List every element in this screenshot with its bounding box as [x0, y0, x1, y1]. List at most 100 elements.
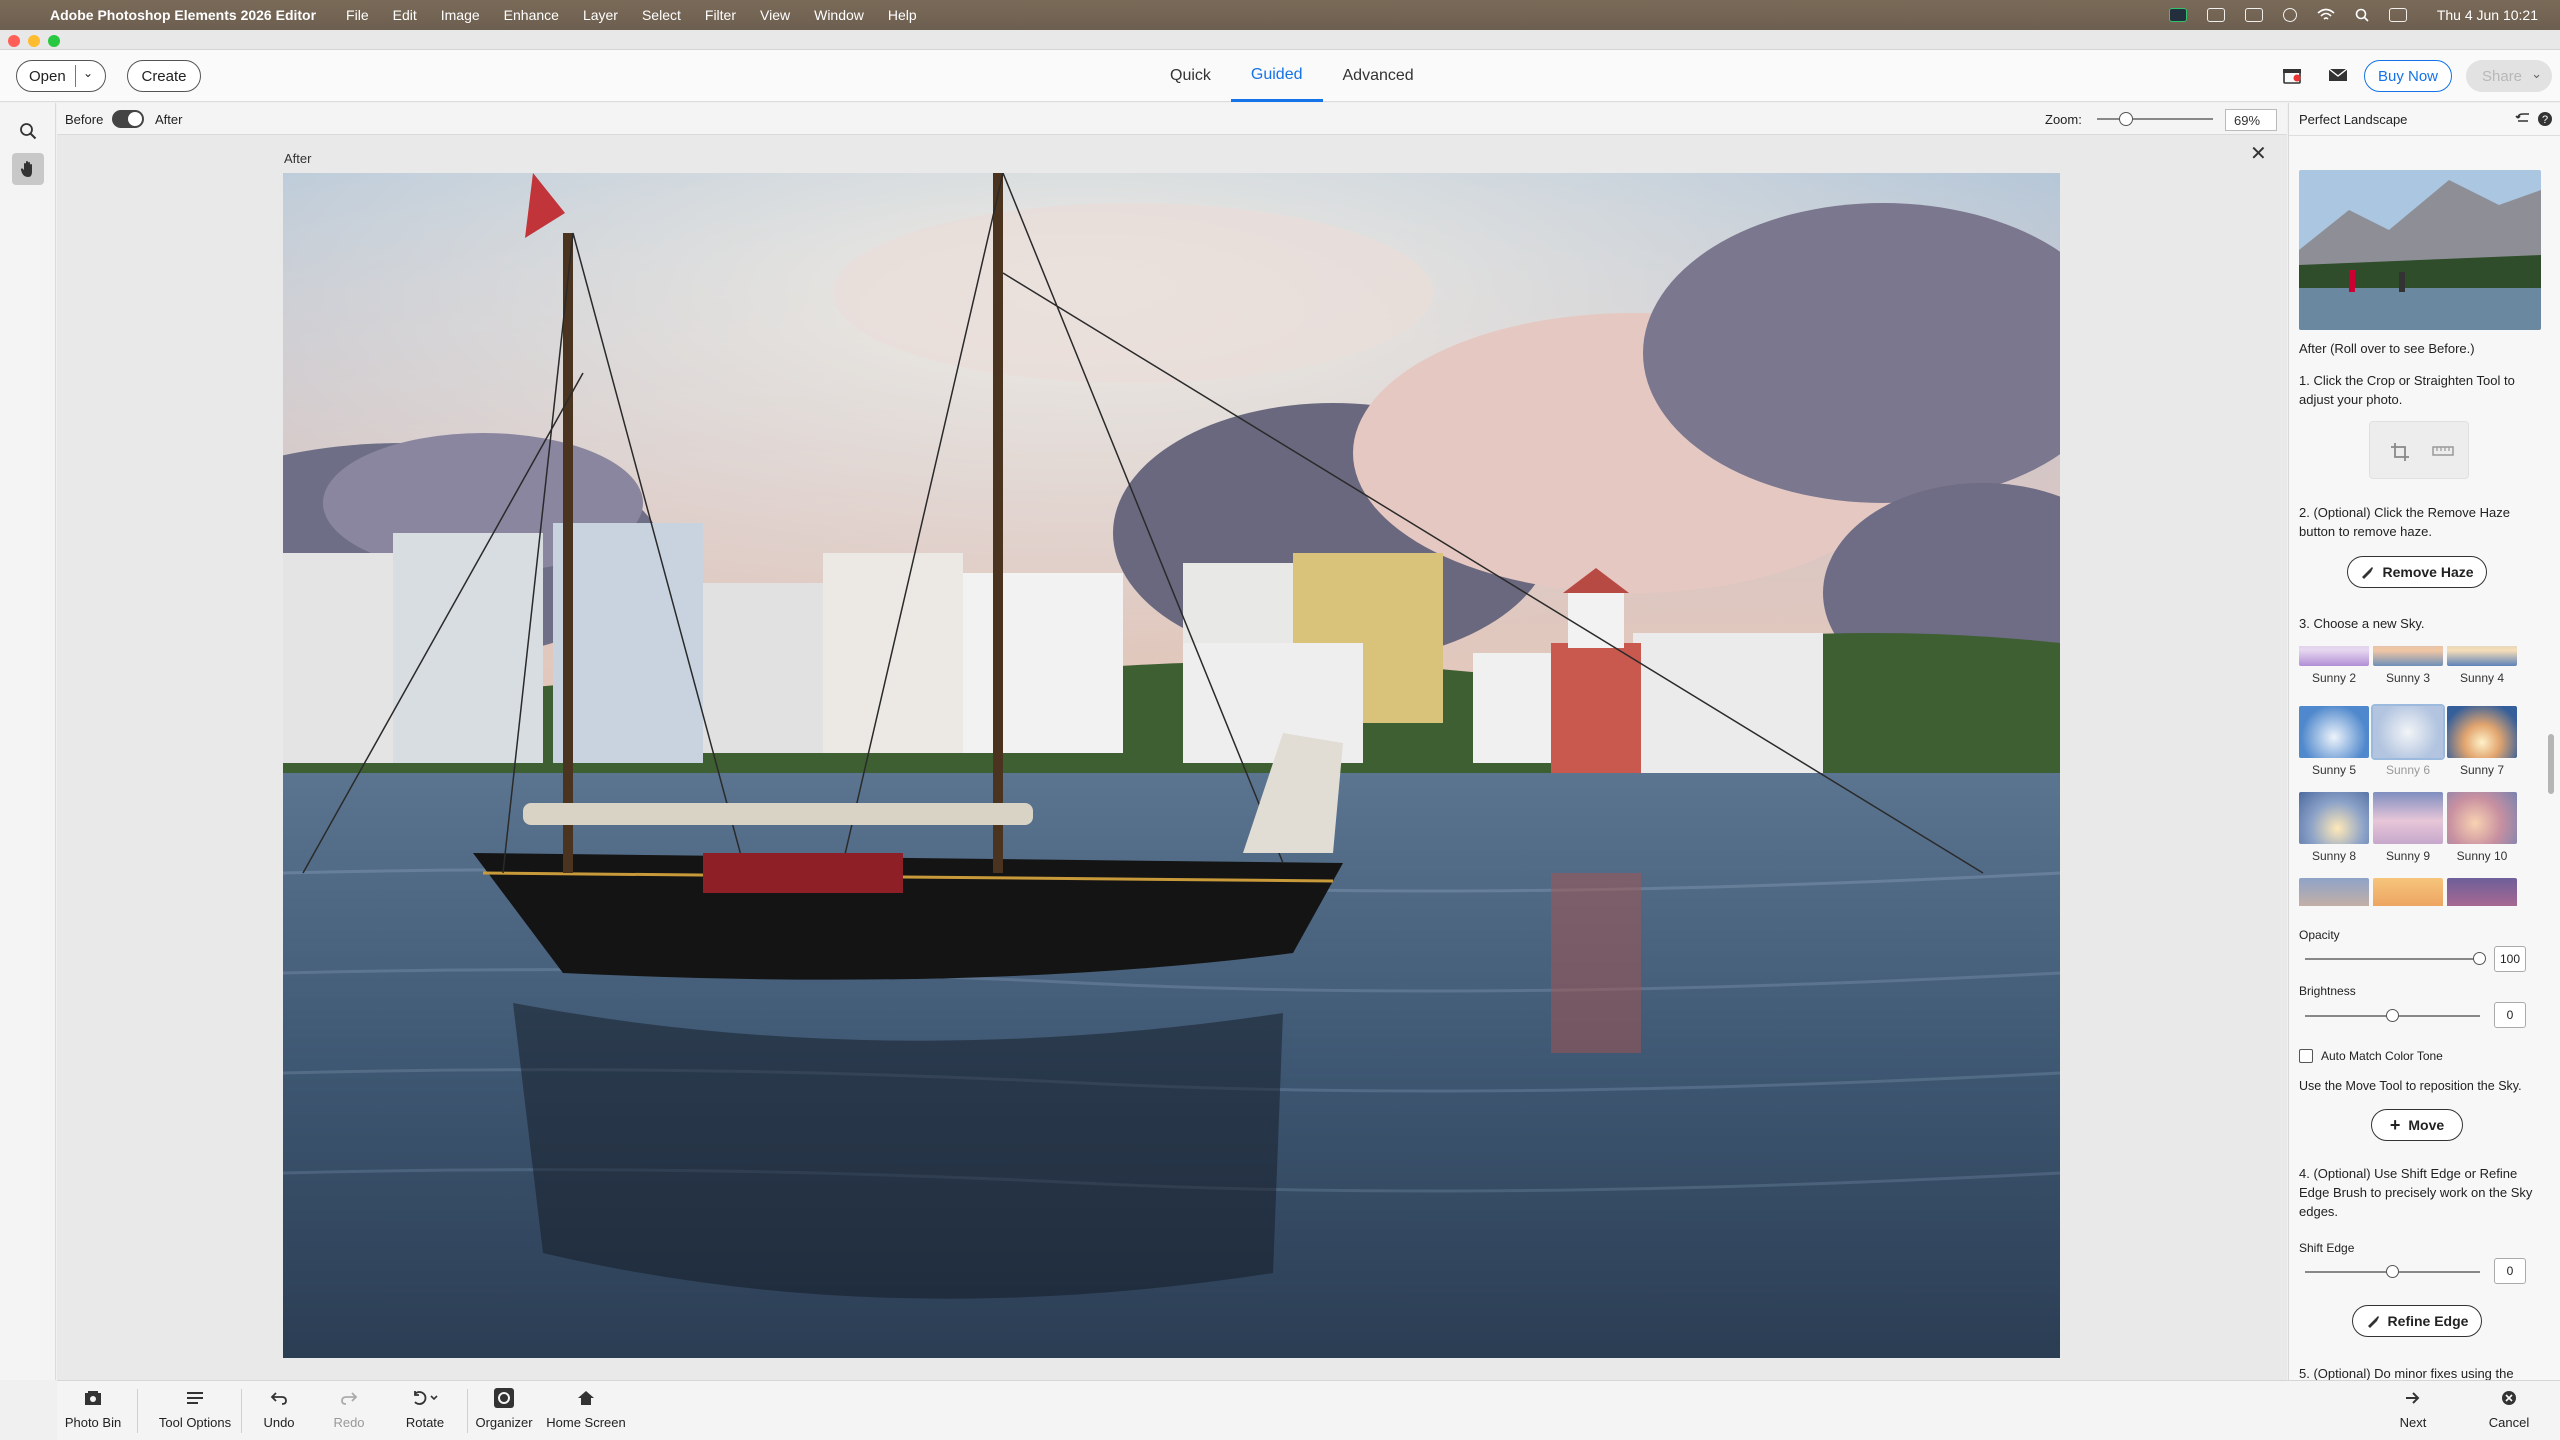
open-button[interactable]: Open ⌄ — [16, 60, 106, 92]
reset-panel-icon[interactable] — [2515, 111, 2531, 127]
panel-scrollbar-thumb[interactable] — [2548, 734, 2554, 794]
organizer-button[interactable]: Organizer — [471, 1387, 537, 1430]
sky-thumbnail-sunny-10[interactable] — [2447, 792, 2517, 844]
share-button-label: Share — [2482, 67, 2523, 85]
rotate-button[interactable]: Rotate — [395, 1387, 455, 1430]
display-tray-icon[interactable] — [2244, 8, 2263, 22]
menu-window[interactable]: Window — [802, 7, 876, 23]
move-button[interactable]: + Move — [2371, 1109, 2463, 1141]
sky-thumbnail-sunny-6[interactable] — [2371, 704, 2445, 760]
preview-thumbnail[interactable] — [2299, 170, 2541, 330]
view-options-bar: Before After Zoom: 69% — [57, 103, 2287, 135]
menu-filter[interactable]: Filter — [693, 7, 748, 23]
photoshop-tray-icon[interactable] — [2168, 8, 2187, 22]
create-button[interactable]: Create — [127, 60, 201, 92]
zoom-tool[interactable] — [12, 115, 44, 147]
sky-thumbnail-sunny-8[interactable] — [2299, 792, 2369, 844]
sky-thumbnail-sunny-4[interactable] — [2447, 646, 2517, 666]
brightness-slider-knob[interactable] — [2386, 1009, 2399, 1022]
sky-label-sunny-9: Sunny 9 — [2385, 849, 2431, 863]
zoom-icon — [20, 123, 37, 140]
opacity-label: Opacity — [2299, 928, 2340, 942]
window-close-button[interactable] — [8, 35, 20, 47]
menu-edit[interactable]: Edit — [381, 7, 429, 23]
menu-layer[interactable]: Layer — [571, 7, 630, 23]
opacity-value-field[interactable]: 100 — [2494, 946, 2526, 972]
control-center-icon[interactable] — [2388, 8, 2407, 22]
sky-thumbnail-sunny-7[interactable] — [2447, 706, 2517, 758]
brightness-label: Brightness — [2299, 984, 2356, 998]
home-screen-button[interactable]: Home Screen — [541, 1387, 631, 1430]
remove-haze-button[interactable]: Remove Haze — [2347, 556, 2487, 588]
close-icon[interactable]: ✕ — [2250, 141, 2267, 166]
zoom-value-field[interactable]: 69% — [2225, 109, 2277, 131]
mode-tabs: Quick Guided Advanced — [1150, 50, 1434, 102]
sky-thumbnail[interactable] — [2299, 878, 2369, 906]
menu-view[interactable]: View — [748, 7, 802, 23]
window-minimize-button[interactable] — [28, 35, 40, 47]
buy-now-button[interactable]: Buy Now — [2364, 60, 2452, 92]
photo-bin-icon — [85, 1391, 101, 1405]
harbor-photo[interactable] — [283, 173, 2060, 1358]
menu-select[interactable]: Select — [630, 7, 693, 23]
app-name-menu[interactable]: Adobe Photoshop Elements 2026 Editor — [50, 7, 316, 23]
gift-icon[interactable] — [2282, 66, 2302, 84]
redo-button[interactable]: Redo — [327, 1387, 371, 1430]
plus-icon: + — [2389, 1115, 2401, 1135]
refine-edge-label: Refine Edge — [2387, 1313, 2469, 1329]
sky-thumbnail-sunny-5[interactable] — [2299, 706, 2369, 758]
help-icon[interactable]: ? — [2537, 111, 2553, 127]
sky-thumbnail[interactable] — [2447, 878, 2517, 906]
step2-text: 2. (Optional) Click the Remove Haze butt… — [2299, 505, 2510, 539]
app-tray-icon[interactable] — [2206, 8, 2225, 22]
redo-label: Redo — [333, 1415, 365, 1430]
chevron-down-icon[interactable]: ⌄ — [2531, 66, 2542, 82]
photo-bin-button[interactable]: Photo Bin — [63, 1387, 123, 1430]
crop-straighten-tools — [2369, 421, 2469, 479]
tool-options-button[interactable]: Tool Options — [155, 1387, 235, 1430]
before-after-toggle[interactable] — [112, 110, 144, 128]
zoom-slider-knob[interactable] — [2119, 112, 2133, 126]
shift-edge-slider-knob[interactable] — [2386, 1265, 2399, 1278]
hand-tool[interactable] — [12, 153, 44, 185]
tab-quick[interactable]: Quick — [1150, 50, 1231, 102]
menu-image[interactable]: Image — [429, 7, 492, 23]
share-button[interactable]: Share ⌄ — [2466, 60, 2552, 92]
refine-edge-button[interactable]: Refine Edge — [2352, 1305, 2482, 1337]
next-button[interactable]: Next — [2393, 1387, 2433, 1430]
mail-icon[interactable] — [2328, 66, 2348, 84]
sky-thumbnail-sunny-9[interactable] — [2373, 792, 2443, 844]
tab-advanced[interactable]: Advanced — [1323, 50, 1434, 102]
straighten-icon[interactable] — [2432, 444, 2454, 458]
tab-guided[interactable]: Guided — [1230, 50, 1323, 102]
opacity-slider-knob[interactable] — [2473, 952, 2486, 965]
spotlight-search-icon[interactable] — [2355, 8, 2369, 22]
sky-label-sunny-7: Sunny 7 — [2459, 763, 2505, 777]
wifi-icon[interactable] — [2317, 8, 2335, 22]
brush-icon — [2362, 567, 2374, 579]
menu-enhance[interactable]: Enhance — [492, 7, 571, 23]
sky-thumbnail[interactable] — [2373, 878, 2443, 906]
menu-file[interactable]: File — [334, 7, 381, 23]
auto-match-checkbox[interactable] — [2299, 1049, 2313, 1063]
shift-edge-value-field[interactable]: 0 — [2494, 1258, 2526, 1284]
arrow-right-icon — [2406, 1392, 2420, 1404]
move-label: Move — [2408, 1117, 2445, 1133]
chevron-down-icon[interactable]: ⌄ — [83, 66, 93, 80]
zoom-slider[interactable] — [2097, 118, 2213, 120]
cancel-button[interactable]: Cancel — [2487, 1387, 2531, 1430]
time-machine-icon[interactable] — [2282, 8, 2297, 22]
macos-menubar: Adobe Photoshop Elements 2026 Editor Fil… — [0, 0, 2560, 30]
toolbox — [0, 103, 56, 1380]
opacity-slider[interactable] — [2305, 958, 2480, 960]
crop-icon[interactable] — [2390, 442, 2410, 462]
sky-label-sunny-10: Sunny 10 — [2456, 849, 2508, 863]
sky-thumbnail-sunny-2[interactable] — [2299, 646, 2369, 666]
sky-thumbnail-sunny-3[interactable] — [2373, 646, 2443, 666]
menubar-clock[interactable]: Thu 4 Jun 10:21 — [2437, 7, 2538, 23]
window-maximize-button[interactable] — [48, 35, 60, 47]
menu-help[interactable]: Help — [876, 7, 929, 23]
brightness-value-field[interactable]: 0 — [2494, 1002, 2526, 1028]
undo-button[interactable]: Undo — [257, 1387, 301, 1430]
panel-scrollbar[interactable] — [2547, 139, 2555, 1379]
